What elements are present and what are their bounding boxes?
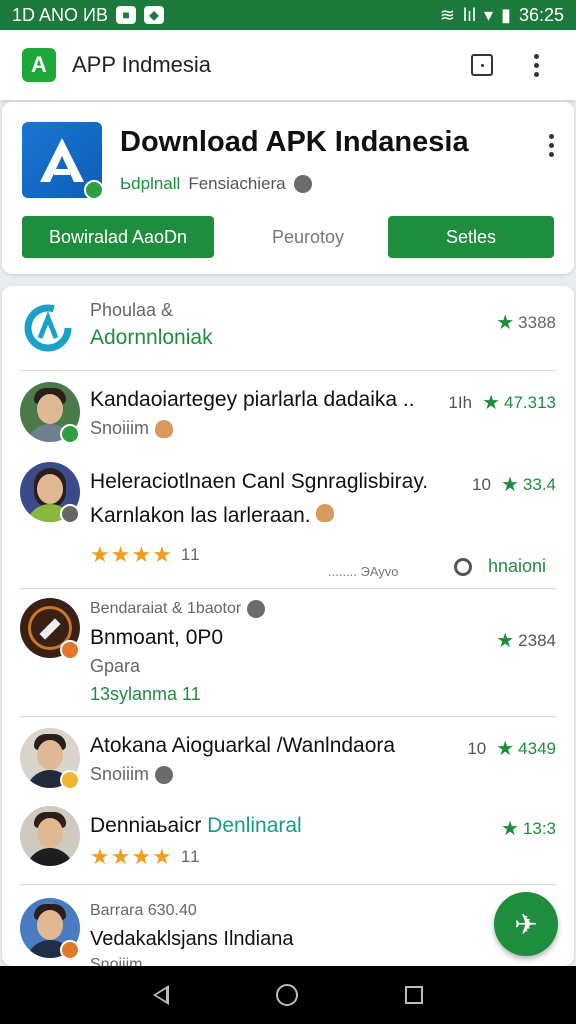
item-meta: ........ ЭAyvo — [328, 564, 399, 579]
globe-icon — [155, 765, 174, 784]
item-subtitle: Snoiiim — [90, 956, 143, 966]
list-header-subtitle: Adornnloniak — [90, 326, 213, 349]
status-bar: 1D ANO ИB ■ ◆ ≋ lıl ▾ ▮ 36:25 — [0, 0, 576, 30]
item-subtitle: Snoiiim — [90, 418, 174, 439]
divider — [20, 716, 556, 717]
item-title-line2: Karnlakon las larleraan. — [90, 504, 335, 528]
signal-text: lıl — [463, 4, 476, 25]
globe-icon — [293, 175, 312, 193]
rating-stars: ★★★★ 11 — [90, 844, 201, 869]
signal-icon: ▾ — [484, 4, 494, 25]
item-subtitle: Snoiiim — [90, 764, 174, 785]
airplane-icon: ✈ — [514, 908, 538, 940]
wifi-icon: ≋ — [439, 4, 455, 25]
notification-icon: ■ — [115, 6, 136, 24]
hand-icon — [316, 504, 335, 522]
item-extra: 13sylanma 11 — [90, 684, 201, 704]
list-item[interactable]: Heleraciotlnaen Canl Sgnraglisbiray. Kar… — [2, 458, 574, 588]
hero-subtitle: Ьdplnall Fensiachiera — [120, 174, 312, 194]
hero-more-icon[interactable] — [549, 134, 554, 157]
verified-badge-icon — [60, 424, 80, 444]
recent-apps-icon[interactable] — [404, 986, 423, 1004]
item-score: 10 ★ 33.4 — [472, 474, 556, 496]
hero-subtitle-green: Ьdplnall — [120, 174, 181, 193]
back-icon[interactable] — [153, 985, 170, 1005]
rating-stars: ★★★★ 11 — [90, 542, 201, 567]
avatar — [20, 806, 80, 866]
hand-icon — [155, 419, 174, 438]
battery-icon: ▮ — [501, 4, 511, 25]
divider — [20, 370, 556, 371]
badge-icon — [60, 640, 80, 660]
overflow-menu-button[interactable] — [518, 47, 554, 83]
item-overline: Barrara 630.40 — [90, 902, 197, 919]
badge-icon — [60, 940, 80, 960]
list-header[interactable]: Phoulaa & Adornnloniak ★ 3388 — [2, 286, 574, 370]
item-subtitle: Gpara — [90, 656, 141, 676]
item-title: Denniaьaicr Denlinaral — [90, 814, 302, 837]
item-title: Kandaoiartegey piarlarla dadaika .. — [90, 388, 415, 411]
star-icon: ★ — [482, 392, 500, 414]
list-header-score: ★ 3388 — [496, 312, 556, 334]
search-icon[interactable] — [454, 558, 472, 576]
app-bar: A APP Indmesia — [0, 30, 576, 100]
item-title: Atokana Aioguarkal /Wanlndaora — [90, 734, 396, 757]
download-button[interactable]: Bowiralad AaoDn — [22, 216, 214, 258]
item-score: ★ 2384 — [496, 630, 556, 652]
app-hero-card: Download APK Indanesia Ьdplnall Fensiach… — [2, 102, 574, 274]
item-score: ★ 13:3 — [500, 818, 556, 840]
item-title: Bnmoant, 0P0 — [90, 626, 224, 649]
item-action[interactable]: hnaioni — [488, 556, 546, 577]
brand-logo-icon — [24, 304, 72, 352]
preview-button[interactable]: Peurotoy — [238, 216, 378, 258]
star-icon: ★ — [500, 474, 519, 496]
airplane-fab-button[interactable]: ✈ — [494, 892, 558, 956]
more-vert-icon — [533, 53, 539, 77]
home-icon[interactable] — [275, 984, 298, 1006]
item-overline: Bendaraiat & 1baotor — [90, 600, 266, 618]
notification-icon-2: ◆ — [143, 6, 164, 24]
item-score: 1Ih ★ 47.313 — [448, 392, 556, 414]
hero-title: Download APK Indanesia — [120, 126, 469, 158]
app-title: APP Indmesia — [72, 52, 212, 77]
list-header-title: Phoulaa & — [90, 300, 174, 320]
app-list: Phoulaa & Adornnloniak ★ 3388 Kandaoiart… — [2, 286, 574, 966]
star-icon: ★ — [496, 738, 515, 760]
star-icon: ★ — [496, 312, 515, 334]
list-item[interactable]: Kandaoiartegey piarlarla dadaika .. Snoi… — [2, 376, 574, 454]
list-item[interactable]: Denniaьaicr Denlinaral ★★★★ 11 ★ 13:3 — [2, 800, 574, 880]
globe-icon — [247, 600, 266, 618]
list-item[interactable]: Bendaraiat & 1baotor Bnmoant, 0P0 Gpara … — [2, 592, 574, 712]
item-score: 10 ★ 4349 — [467, 738, 556, 760]
status-left-text: 1D ANO ИB — [12, 4, 108, 25]
list-item[interactable]: Barrara 630.40 Vedakaklsjans Ilndiana Sn… — [2, 890, 574, 966]
item-title: Vedakaklsjans Ilndiana — [90, 928, 294, 950]
hero-subtitle-grey: Fensiachiera — [188, 174, 286, 193]
status-time: 36:25 — [518, 4, 564, 25]
system-nav-bar — [0, 966, 576, 1024]
app-logo-icon: A — [22, 48, 56, 82]
badge-icon — [60, 504, 80, 524]
verified-badge-icon — [84, 180, 104, 200]
badge-icon — [60, 770, 80, 790]
window-icon — [471, 54, 493, 76]
item-title: Heleraciotlnaen Canl Sgnraglisbiray. — [90, 470, 429, 493]
divider — [20, 884, 556, 885]
star-icon: ★ — [500, 818, 519, 840]
settings-button[interactable]: Setlеs — [388, 216, 554, 258]
divider — [20, 588, 556, 589]
list-item[interactable]: Atokana Aioguarkal /Wanlndaora Snoiiim 1… — [2, 722, 574, 798]
star-icon: ★ — [496, 630, 515, 652]
window-button[interactable] — [464, 47, 500, 83]
